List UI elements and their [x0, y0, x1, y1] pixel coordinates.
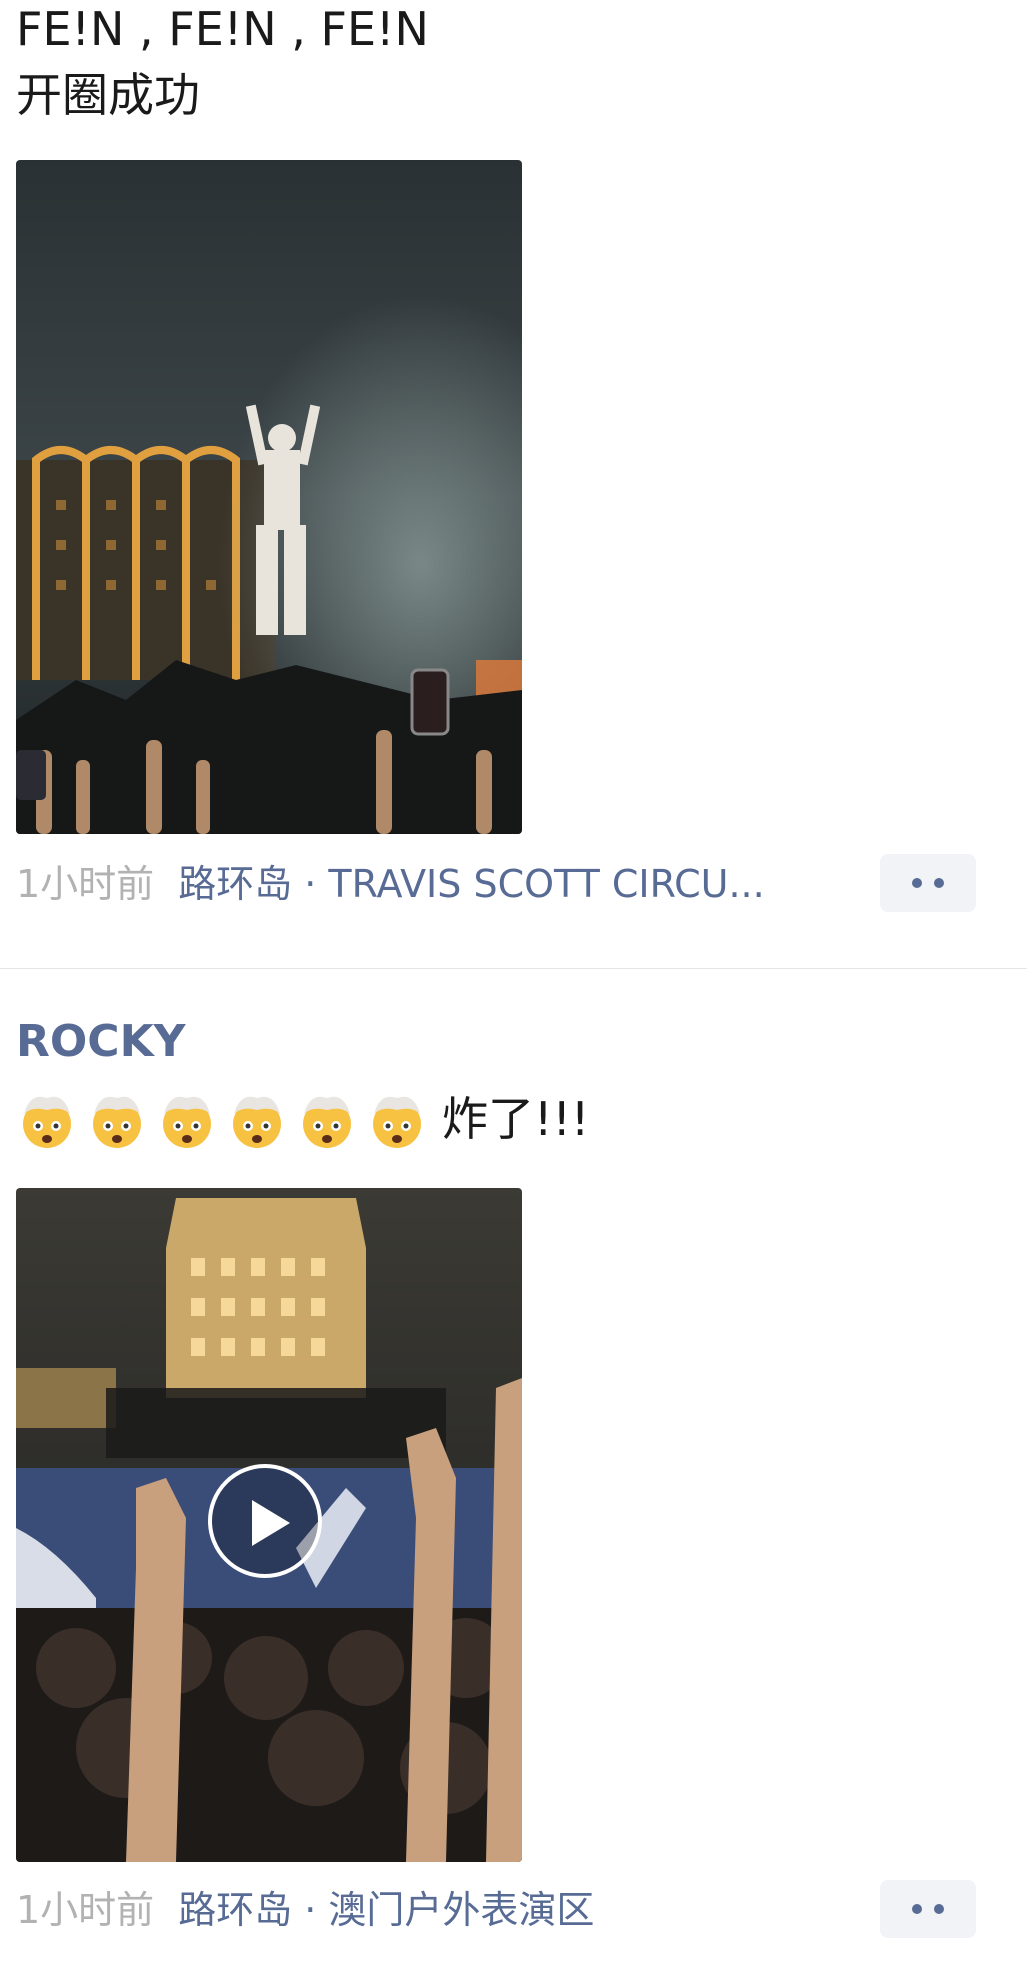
exploding-head-icon — [373, 1096, 421, 1148]
exploding-head-icon — [233, 1096, 281, 1148]
post-location-link[interactable]: 路环岛 · 澳门户外表演区 — [178, 1888, 594, 1932]
exploding-head-icon — [303, 1096, 351, 1148]
more-actions-button[interactable] — [880, 1880, 976, 1938]
more-actions-button[interactable] — [880, 854, 976, 912]
exploding-head-icon — [163, 1096, 211, 1148]
dot-icon — [934, 1904, 944, 1914]
post-author-name[interactable]: ROCKY — [16, 1012, 186, 1072]
post-location-link[interactable]: 路环岛 · TRAVIS SCOTT CIRCU... — [178, 862, 765, 906]
post-text-emoji-row: 炸了!!! — [16, 1088, 589, 1150]
play-icon — [252, 1500, 290, 1546]
post-text-line-2: 开圈成功 — [16, 68, 200, 122]
post-divider — [0, 968, 1027, 969]
concert-photo-image — [16, 160, 522, 834]
dot-icon — [912, 878, 922, 888]
post-meta: 1小时前 路环岛 · TRAVIS SCOTT CIRCU... — [16, 860, 765, 908]
post-meta: 1小时前 路环岛 · 澳门户外表演区 — [16, 1886, 594, 1934]
dot-icon — [912, 1904, 922, 1914]
exploding-head-icon — [93, 1096, 141, 1148]
post-text-line-1: FE!N , FE!N , FE!N — [16, 2, 429, 56]
post-time: 1小时前 — [16, 862, 155, 906]
post-time: 1小时前 — [16, 1888, 155, 1932]
post-video[interactable] — [16, 1188, 522, 1862]
post-text: 炸了!!! — [442, 1092, 590, 1146]
exploding-head-icon — [23, 1096, 71, 1148]
play-button[interactable] — [208, 1464, 322, 1578]
post-photo[interactable] — [16, 160, 522, 834]
dot-icon — [934, 878, 944, 888]
